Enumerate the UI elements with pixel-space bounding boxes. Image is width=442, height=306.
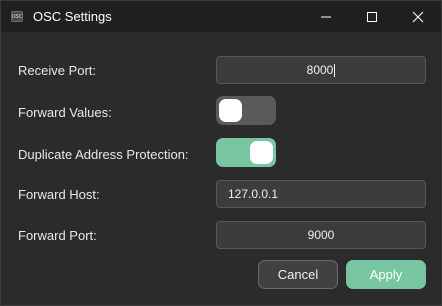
receive-port-input[interactable]: 8000 — [216, 56, 426, 84]
forward-host-value: 127.0.0.1 — [228, 187, 279, 201]
maximize-icon — [367, 11, 377, 22]
forward-host-label: Forward Host: — [18, 187, 100, 202]
close-icon — [412, 11, 424, 22]
forward-port-value: 9000 — [307, 228, 335, 242]
minimize-icon — [321, 16, 331, 17]
app-icon-text: OSC — [11, 13, 23, 20]
forward-port-label: Forward Port: — [18, 228, 97, 243]
forward-host-input[interactable]: 127.0.0.1 — [216, 180, 426, 208]
title-bar[interactable]: OSC OSC Settings — [1, 1, 441, 32]
forward-port-input[interactable]: 9000 — [216, 221, 426, 249]
maximize-button[interactable] — [349, 1, 395, 32]
apply-button[interactable]: Apply — [346, 260, 426, 289]
receive-port-value: 8000 — [306, 63, 334, 77]
toggle-knob — [250, 141, 273, 164]
forward-values-label: Forward Values: — [18, 105, 112, 120]
text-caret — [334, 63, 336, 77]
toggle-knob — [219, 99, 242, 122]
window-title: OSC Settings — [33, 9, 112, 24]
duplicate-protection-toggle[interactable] — [216, 138, 276, 167]
forward-values-toggle[interactable] — [216, 96, 276, 125]
cancel-button[interactable]: Cancel — [258, 260, 338, 289]
duplicate-protection-label: Duplicate Address Protection: — [18, 147, 189, 162]
minimize-button[interactable] — [303, 1, 349, 32]
receive-port-label: Receive Port: — [18, 63, 97, 78]
settings-window: OSC OSC Settings Receive Port: 8000 Forw… — [0, 0, 442, 306]
close-button[interactable] — [395, 1, 441, 32]
app-icon: OSC — [11, 11, 23, 22]
